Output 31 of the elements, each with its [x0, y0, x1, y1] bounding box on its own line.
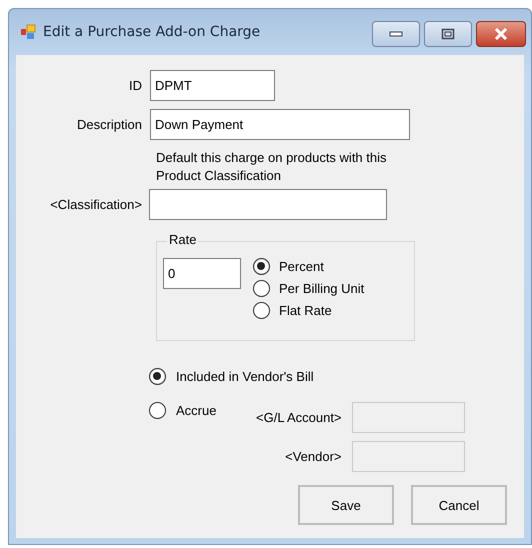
rate-field[interactable]: 0	[163, 258, 241, 289]
radio-button[interactable]	[253, 302, 270, 319]
minimize-icon	[389, 31, 403, 37]
radio-button[interactable]	[253, 258, 270, 275]
radio-button[interactable]	[149, 368, 166, 385]
radio-button[interactable]	[253, 280, 270, 297]
minimize-button[interactable]	[372, 21, 420, 47]
radio-label: Percent	[279, 259, 324, 274]
id-field[interactable]: DPMT	[150, 70, 275, 101]
classification-field[interactable]	[149, 189, 387, 220]
radio-label: Accrue	[176, 403, 216, 418]
field-label: <Classification>	[49, 197, 142, 212]
close-button[interactable]	[476, 21, 526, 47]
radio-label: Flat Rate	[279, 303, 332, 318]
close-icon	[493, 28, 509, 40]
field-label: <G/L Account>	[256, 410, 342, 425]
field-label: <Vendor>	[285, 449, 342, 464]
radio-label: Per Billing Unit	[279, 281, 364, 296]
app-icon	[20, 24, 36, 40]
radio-label: Included in Vendor's Bill	[176, 369, 314, 384]
maximize-icon	[441, 28, 455, 40]
cancel-button[interactable]: Cancel	[411, 485, 507, 525]
save-button[interactable]: Save	[298, 485, 394, 525]
group-label: Rate	[167, 232, 198, 247]
description-field[interactable]: Down Payment	[150, 109, 410, 140]
window-title: Edit a Purchase Add-on Charge	[43, 24, 260, 40]
field-label: ID	[128, 78, 142, 93]
radio-button[interactable]	[149, 402, 166, 419]
help-text: Default this charge on products with this Product Classification	[156, 149, 388, 185]
maximize-button[interactable]	[424, 21, 472, 47]
field-label: Description	[76, 117, 142, 132]
